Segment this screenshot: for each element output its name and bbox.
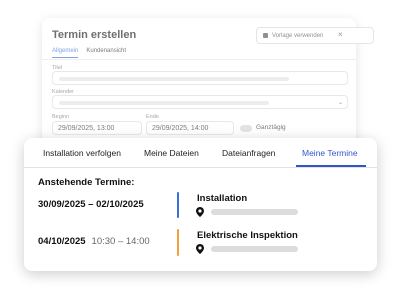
map-pin-icon [196,244,204,254]
tab-my-appointments[interactable]: Meine Termine [302,148,358,158]
appointment-accent-bar [177,229,179,256]
placeholder-bar [59,101,269,105]
end-label: Ende [146,114,159,120]
appointment-time: 10:30 – 14:00 [91,236,150,247]
dialog-tabs: Allgemein Kundenansicht [52,48,126,58]
calendar-select[interactable]: ⌄ [52,95,348,109]
dialog-title: Termin erstellen [52,29,137,41]
close-icon[interactable]: × [338,30,343,39]
tab-my-files[interactable]: Meine Dateien [144,148,199,158]
placeholder-bar [59,77,289,81]
appointment-date: 30/09/2025 – 02/10/2025 [38,199,144,210]
all-day-toggle[interactable] [240,125,252,132]
location-placeholder [211,246,298,252]
appointments-panel: Installation verfolgen Meine Dateien Dat… [24,138,377,271]
active-tab-indicator [296,165,366,167]
all-day-label: Ganztägig [256,124,286,131]
appointment-title[interactable]: Elektrische Inspektion [197,230,298,241]
panel-tabs: Installation verfolgen Meine Dateien Dat… [24,138,377,168]
section-title: Anstehende Termine: [38,177,135,188]
title-field[interactable] [52,71,348,85]
appointment-date: 04/10/2025 10:30 – 14:00 [38,236,150,247]
start-label: Beginn [52,114,70,120]
tab-track-installation[interactable]: Installation verfolgen [43,148,121,158]
end-value: 29/09/2025, 14:00 [152,125,209,132]
appointment-date-text: 04/10/2025 [38,236,86,247]
end-field[interactable]: 29/09/2025, 14:00 [146,121,234,135]
start-value: 29/09/2025, 13:00 [58,125,115,132]
start-field[interactable]: 29/09/2025, 13:00 [52,121,142,135]
location-placeholder [211,209,298,215]
use-template-button[interactable]: Vorlage verwenden [256,27,374,44]
tab-customer-view[interactable]: Kundenansicht [86,48,126,58]
tab-file-requests[interactable]: Dateianfragen [222,148,275,158]
appointment-accent-bar [177,192,179,218]
appointment-title[interactable]: Installation [197,193,247,204]
map-pin-icon [196,207,204,217]
chevron-down-icon: ⌄ [337,100,343,106]
tab-general[interactable]: Allgemein [52,48,79,58]
appointment-date-text: 30/09/2025 – 02/10/2025 [38,199,144,210]
use-template-label: Vorlage verwenden [272,32,324,39]
divider [42,59,356,60]
lock-icon [263,33,268,38]
